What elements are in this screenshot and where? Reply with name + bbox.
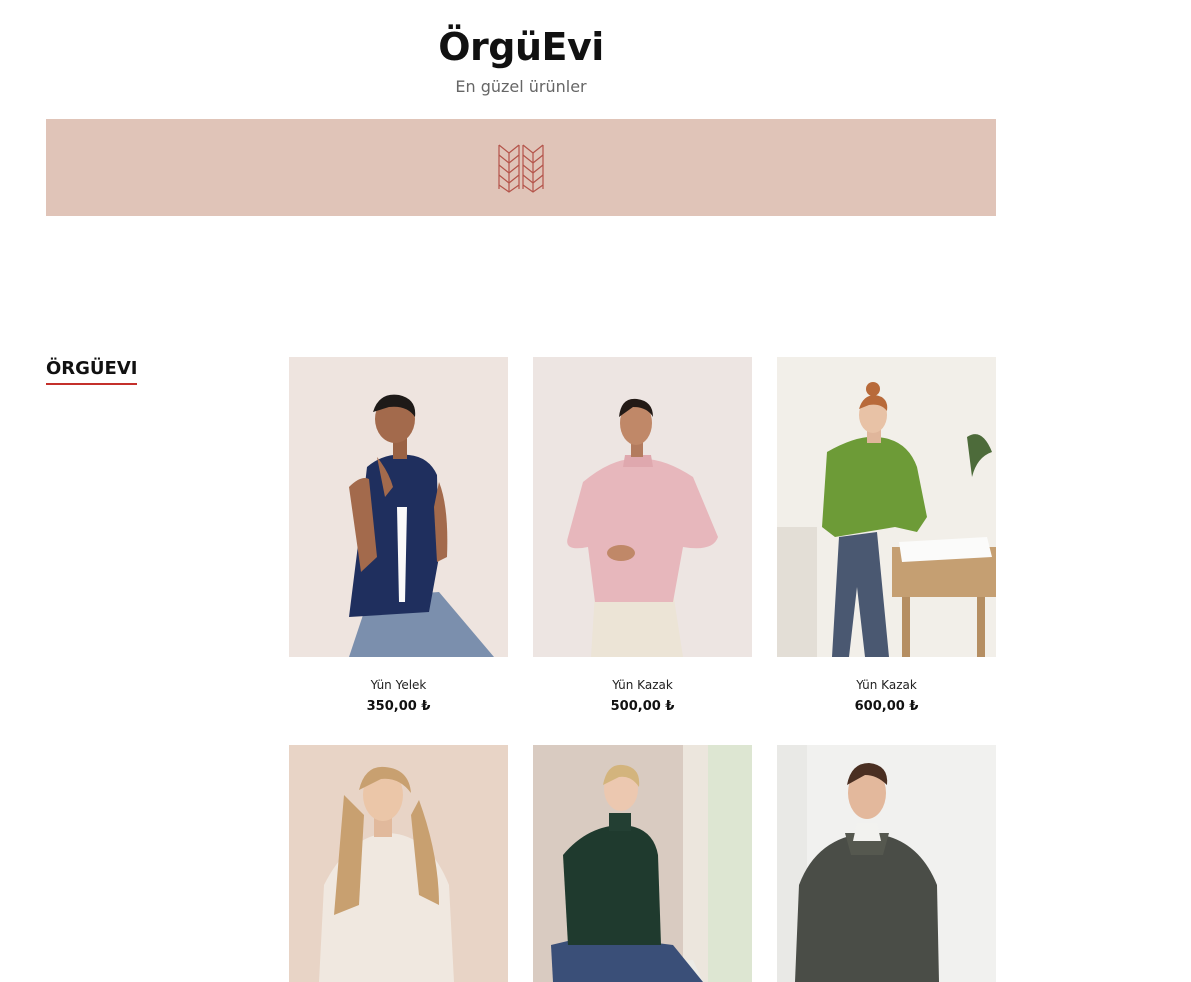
page: ÖrgüEvi En güzel ürünler ÖRGÜEVI Yün Yel… bbox=[0, 0, 1191, 982]
woman-in-pink-knit-sweater bbox=[533, 357, 752, 657]
product-image[interactable] bbox=[533, 745, 752, 982]
sidebar: ÖRGÜEVI bbox=[46, 357, 246, 385]
site-tagline: En güzel ürünler bbox=[455, 77, 587, 96]
knit-stitch-icon[interactable] bbox=[497, 143, 545, 193]
site-header: ÖrgüEvi En güzel ürünler bbox=[46, 24, 996, 98]
product-name[interactable]: Yün Kazak bbox=[533, 677, 752, 693]
product-price: 350,00 ₺ bbox=[366, 699, 431, 714]
woman-in-green-knit-sweater bbox=[777, 357, 996, 657]
product-card[interactable] bbox=[289, 745, 508, 982]
woman-in-navy-knit-vest bbox=[289, 357, 508, 657]
product-card[interactable] bbox=[533, 745, 752, 982]
product-name[interactable]: Yün Yelek bbox=[289, 677, 508, 693]
woman-in-dark-green-turtleneck bbox=[533, 745, 752, 982]
sidebar-heading: ÖRGÜEVI bbox=[46, 357, 138, 385]
product-card[interactable]: Yün Kazak 600,00 ₺ bbox=[777, 357, 996, 715]
product-name[interactable]: Yün Kazak bbox=[777, 677, 996, 693]
product-card[interactable] bbox=[777, 745, 996, 982]
product-card[interactable]: Yün Yelek 350,00 ₺ bbox=[289, 357, 508, 715]
woman-in-cream-knit-sweater bbox=[289, 745, 508, 982]
product-image[interactable] bbox=[777, 357, 996, 657]
man-in-charcoal-knit-sweater bbox=[777, 745, 996, 982]
product-image[interactable] bbox=[289, 357, 508, 657]
product-price: 600,00 ₺ bbox=[854, 699, 919, 714]
site-title[interactable]: ÖrgüEvi bbox=[46, 24, 996, 70]
product-card[interactable]: Yün Kazak 500,00 ₺ bbox=[533, 357, 752, 715]
product-price: 500,00 ₺ bbox=[610, 699, 675, 714]
header-banner bbox=[46, 119, 996, 216]
product-image[interactable] bbox=[533, 357, 752, 657]
product-image[interactable] bbox=[777, 745, 996, 982]
product-image[interactable] bbox=[289, 745, 508, 982]
